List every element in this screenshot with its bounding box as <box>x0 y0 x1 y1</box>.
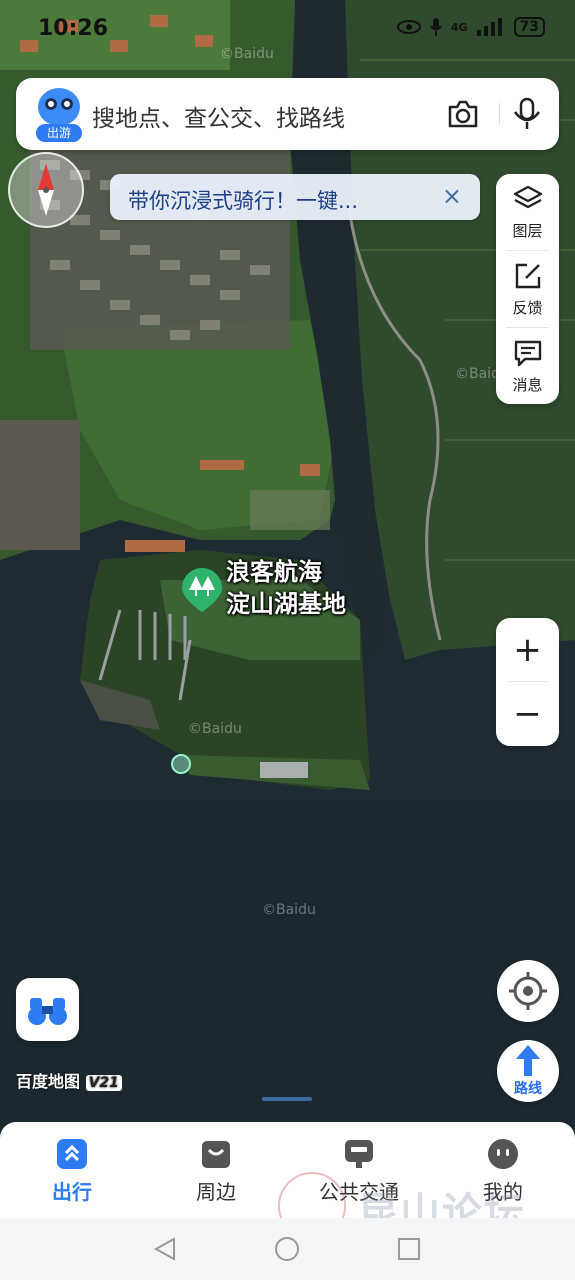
layers-label: 图层 <box>512 222 543 240</box>
zoom-in-button[interactable]: + <box>496 618 559 682</box>
promo-banner-text: 带你沉浸式骑行！一键... <box>128 189 359 213</box>
tab-travel[interactable]: 出行 <box>12 1122 132 1218</box>
messages-label: 消息 <box>512 376 543 394</box>
tab-nearby[interactable]: 周边 <box>156 1122 276 1218</box>
mic-status-icon <box>430 18 442 36</box>
profile-face-icon <box>488 1139 518 1169</box>
locate-me-button[interactable] <box>497 960 559 1022</box>
close-icon[interactable]: × <box>442 182 462 210</box>
zoom-controls: + − <box>496 618 559 746</box>
bus-icon <box>345 1140 373 1168</box>
poi-label[interactable]: 浪客航海 淀山湖基地 <box>226 556 346 620</box>
recents-icon[interactable] <box>396 1236 422 1262</box>
status-bar: 10:26 4G 73 <box>0 0 575 58</box>
feedback-label: 反馈 <box>512 299 543 317</box>
layers-icon <box>513 185 543 209</box>
travel-icon <box>57 1139 87 1169</box>
map-brand-name: 百度地图 <box>16 1072 81 1091</box>
battery-level: 73 <box>513 17 545 37</box>
poi-name-line2: 淀山湖基地 <box>226 590 346 618</box>
zoom-out-button[interactable]: − <box>496 682 559 746</box>
tab-travel-label: 出行 <box>52 1180 92 1204</box>
search-input[interactable]: 搜地点、查公交、找路线 <box>92 99 345 133</box>
status-icons: 4G 73 <box>396 17 545 37</box>
tab-nearby-label: 周边 <box>196 1180 236 1204</box>
route-button[interactable]: 路线 <box>497 1040 559 1102</box>
map-watermark: ©Baidu <box>188 721 242 737</box>
layers-button[interactable]: 图层 <box>496 174 559 250</box>
logo-tag: 出游 <box>36 124 82 142</box>
messages-button[interactable]: 消息 <box>496 328 559 404</box>
microphone-icon[interactable] <box>510 96 544 132</box>
network-type: 4G <box>450 20 468 34</box>
park-tree-icon[interactable] <box>180 566 224 614</box>
poi-name-line1: 浪客航海 <box>226 558 322 586</box>
camera-icon[interactable] <box>446 98 480 130</box>
map-watermark: ©Baidu <box>262 902 316 918</box>
feedback-button[interactable]: 反馈 <box>496 251 559 327</box>
status-time: 10:26 <box>38 16 109 41</box>
eye-icon <box>396 20 421 34</box>
explore-button[interactable] <box>16 978 79 1041</box>
system-navigation-bar <box>0 1218 575 1280</box>
compass-icon <box>38 164 54 216</box>
crosshair-icon <box>509 972 547 1010</box>
search-divider <box>499 103 500 125</box>
home-icon[interactable] <box>274 1236 300 1262</box>
binoculars-icon <box>28 998 67 1025</box>
map-brand-version: V21 <box>85 1075 122 1091</box>
map-tools-panel: 图层 反馈 消息 <box>496 174 559 404</box>
map-brand: 百度地图 V21 <box>16 1068 122 1092</box>
nearby-bag-icon <box>202 1141 230 1168</box>
signal-icon <box>476 18 502 36</box>
route-arrow-icon <box>516 1045 540 1076</box>
compass-button[interactable] <box>8 152 84 228</box>
promo-banner[interactable]: 带你沉浸式骑行！一键... × <box>110 174 480 220</box>
message-icon <box>514 340 542 367</box>
back-icon[interactable] <box>152 1236 178 1262</box>
travel-mascot-logo[interactable]: 出游 <box>36 86 82 142</box>
mascot-face-icon <box>38 88 80 126</box>
route-label: 路线 <box>514 1081 542 1097</box>
feedback-icon <box>515 263 541 289</box>
search-bar[interactable]: 出游 搜地点、查公交、找路线 <box>16 78 559 150</box>
